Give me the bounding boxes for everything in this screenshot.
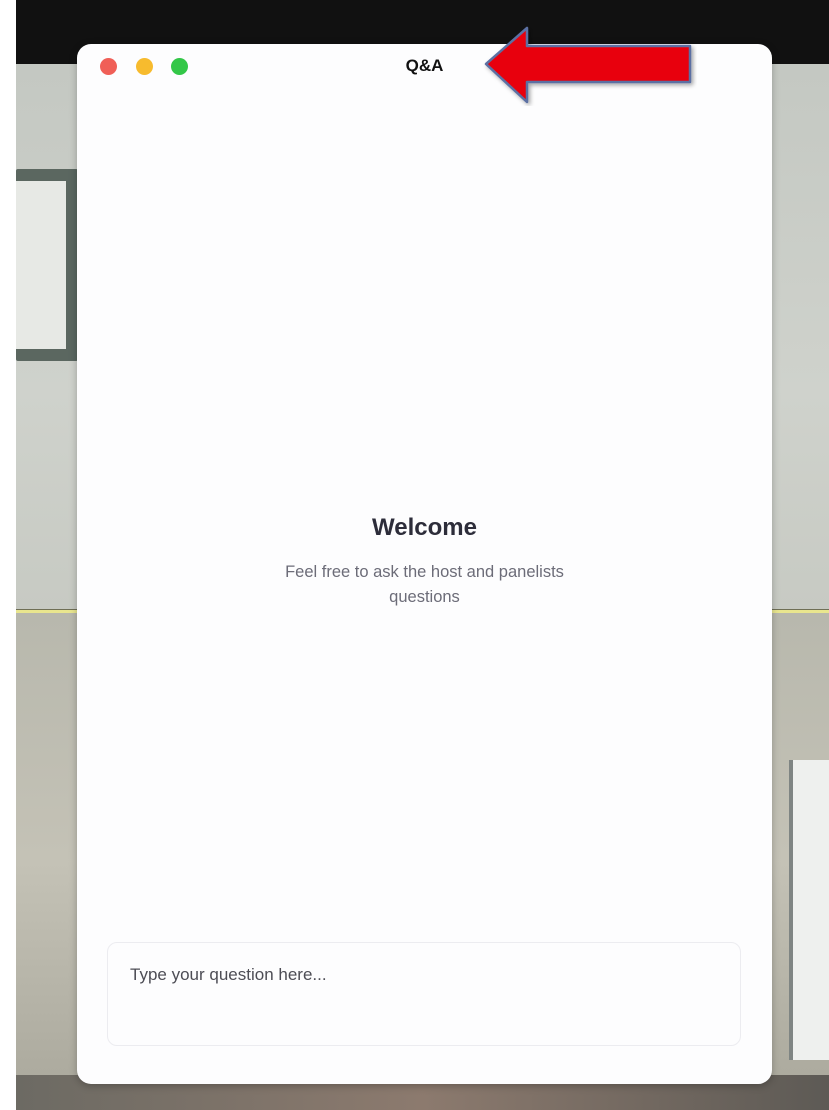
wall-picture-frame	[16, 169, 78, 361]
welcome-title: Welcome	[372, 514, 477, 541]
qa-window: Q&A Welcome Feel free to ask the host an…	[77, 44, 772, 1084]
wall-picture	[16, 181, 66, 349]
question-input[interactable]	[128, 963, 722, 1027]
welcome-section: Welcome Feel free to ask the host and pa…	[77, 514, 772, 610]
red-arrow-annotation	[484, 26, 692, 104]
question-box[interactable]	[107, 942, 741, 1046]
screen: Q&A Welcome Feel free to ask the host an…	[0, 0, 829, 1110]
arrow-shape	[484, 26, 692, 104]
background-door	[789, 760, 829, 1060]
welcome-message: Feel free to ask the host and panelists …	[285, 563, 564, 606]
